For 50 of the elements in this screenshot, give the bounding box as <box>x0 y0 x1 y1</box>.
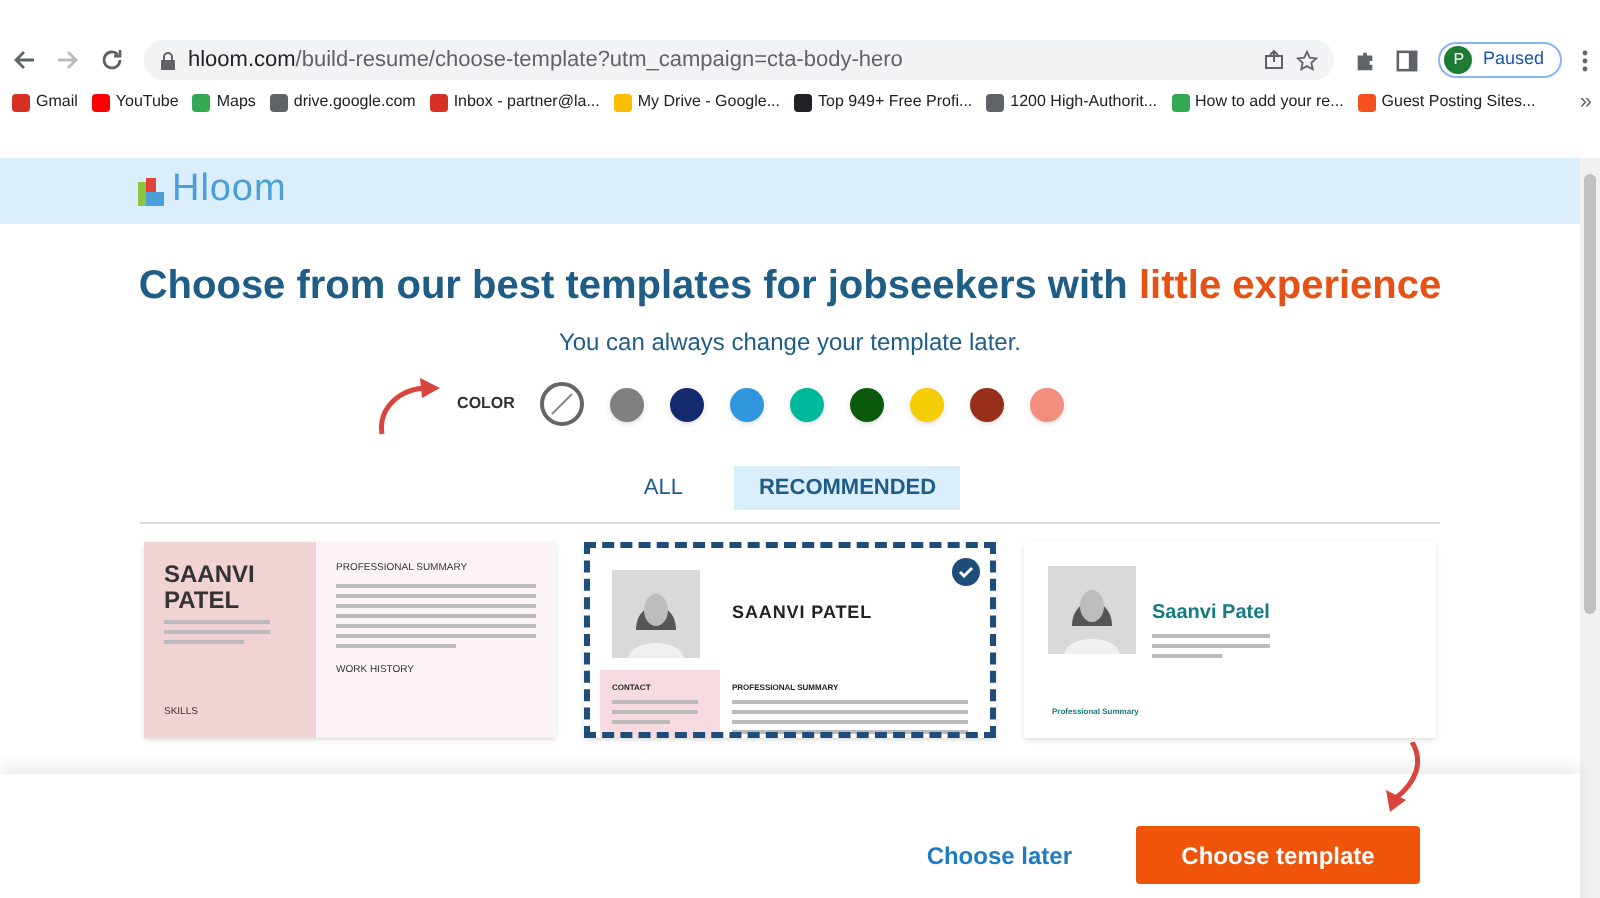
filter-tab[interactable]: RECOMMENDED <box>734 466 961 510</box>
person-silhouette <box>612 570 700 658</box>
logo-icon <box>136 175 168 207</box>
text-lines <box>1152 628 1270 664</box>
color-swatch[interactable] <box>670 387 705 421</box>
subtitle: You can always change your template later. <box>558 326 1022 360</box>
reload-icon[interactable] <box>100 48 124 72</box>
profile-button[interactable]: P Paused <box>1438 42 1562 78</box>
color-swatch[interactable] <box>970 387 1005 421</box>
bookmark[interactable]: Gmail <box>12 90 78 114</box>
arrow-drawing <box>1380 742 1424 814</box>
bookmark[interactable]: My Drive - Google... <box>613 90 780 114</box>
bookmark[interactable]: YouTube <box>91 90 179 114</box>
filter-tab[interactable]: ALL <box>619 466 707 510</box>
color-swatch[interactable] <box>610 387 645 421</box>
check-icon <box>952 558 980 586</box>
resume-name: SAANVI PATEL <box>164 562 257 614</box>
resume-name: Saanvi Patel <box>1152 600 1270 628</box>
more-bookmarks[interactable]: » <box>1579 85 1592 119</box>
bookmark[interactable]: 1200 High-Authorit... <box>986 90 1158 114</box>
color-swatch[interactable] <box>1030 387 1065 421</box>
avatar: P <box>1444 46 1473 74</box>
color-label: COLOR <box>457 392 515 416</box>
scrollbar[interactable] <box>1580 158 1600 898</box>
color-swatch[interactable] <box>730 387 765 421</box>
person-silhouette <box>1048 566 1136 654</box>
share-icon[interactable] <box>1264 50 1285 70</box>
resume-name: SAANVI PATEL <box>732 600 873 627</box>
star-icon[interactable] <box>1296 49 1319 71</box>
page-heading: Choose from our best templates for jobseekers with little experience <box>138 262 1442 312</box>
bookmark[interactable]: Inbox - partner@la... <box>429 90 600 114</box>
bookmark[interactable]: Guest Posting Sites... <box>1357 90 1536 114</box>
sidebar-icon[interactable] <box>1396 49 1419 71</box>
back-icon[interactable] <box>12 48 36 72</box>
color-swatch[interactable] <box>850 387 885 421</box>
color-swatch[interactable] <box>790 387 825 421</box>
menu-icon[interactable] <box>1582 49 1588 71</box>
bookmark[interactable]: How to add your re... <box>1171 90 1344 114</box>
arrow-drawing <box>375 372 444 436</box>
choose-template-button[interactable]: Choose template <box>1136 826 1420 884</box>
url-text: hloom.com/build-resume/choose-template?utm_campaign=cta-body-hero <box>188 45 905 76</box>
bookmark[interactable]: Top 949+ Free Profi... <box>794 90 973 114</box>
bookmark[interactable]: drive.google.com <box>269 90 416 114</box>
color-swatch[interactable] <box>540 382 585 426</box>
choose-later-link[interactable]: Choose later <box>926 837 1072 873</box>
color-swatch[interactable] <box>910 387 945 421</box>
address-bar[interactable]: hloom.com/build-resume/choose-template?utm_campaign=cta-body-hero <box>144 40 1335 80</box>
bookmark[interactable]: Maps <box>192 90 256 114</box>
lock-icon <box>160 51 176 69</box>
puzzle-icon[interactable] <box>1354 49 1377 71</box>
